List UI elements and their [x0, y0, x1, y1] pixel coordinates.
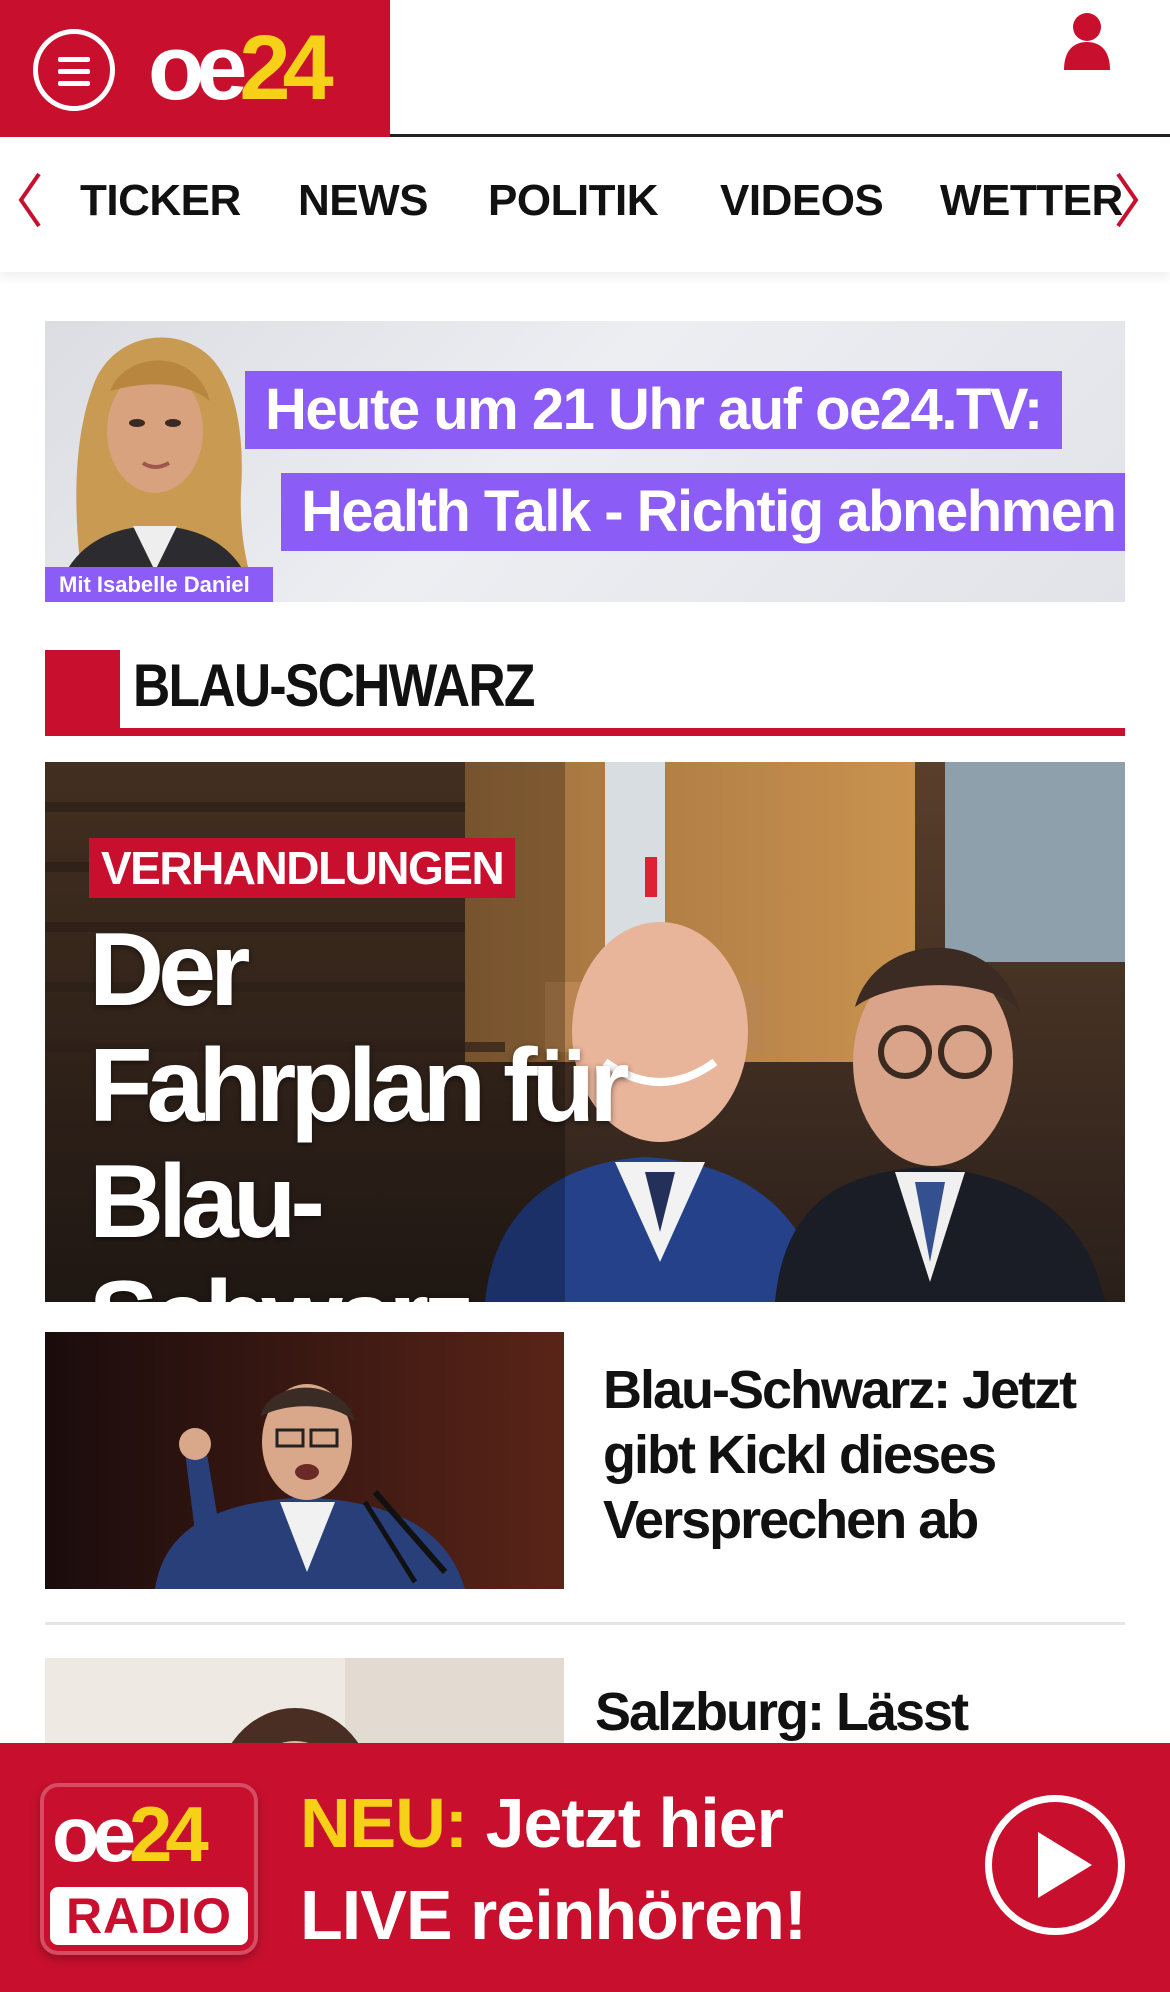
category-nav: TICKER NEWS POLITIK VIDEOS WETTER	[0, 140, 1170, 272]
article-title[interactable]: Blau-Schwarz: Jetzt gibt Kickl dieses Ve…	[603, 1358, 1103, 1553]
nav-item-news[interactable]: NEWS	[298, 176, 429, 226]
nav-scroll-left-icon[interactable]	[15, 170, 45, 230]
tv-promo-banner[interactable]: Mit Isabelle Daniel Heute um 21 Uhr auf …	[45, 321, 1125, 602]
user-icon[interactable]	[1062, 12, 1112, 70]
header-brand-block: oe24	[0, 0, 390, 137]
nav-item-politik[interactable]: POLITIK	[488, 176, 659, 226]
nav-item-wetter[interactable]: WETTER	[940, 176, 1123, 226]
section-underline	[45, 728, 1125, 736]
article-thumbnail	[45, 1332, 564, 1589]
radio-line-2: LIVE reinhören!	[300, 1876, 807, 1954]
radio-logo-24: 24	[129, 1790, 209, 1878]
hamburger-menu-icon[interactable]	[33, 29, 115, 111]
logo-oe-text: oe	[148, 17, 247, 119]
hero-article[interactable]: VERHANDLUNGEN Der Fahrplan für Blau-Schw…	[45, 762, 1125, 1302]
nav-item-ticker[interactable]: TICKER	[80, 176, 241, 226]
site-header: oe24	[0, 0, 1170, 137]
radio-promo-text: NEU: Jetzt hier LIVE reinhören!	[300, 1777, 820, 1961]
section-title[interactable]: BLAU-SCHWARZ	[133, 650, 535, 722]
radio-neu-label: NEU:	[300, 1784, 468, 1862]
nav-item-videos[interactable]: VIDEOS	[720, 176, 884, 226]
promo-line-2: Health Talk - Richtig abnehmen	[281, 473, 1125, 551]
play-icon[interactable]	[985, 1795, 1125, 1935]
radio-logo: oe24 RADIO	[40, 1783, 258, 1955]
hero-title[interactable]: Der Fahrplan für Blau-Schwarz	[89, 912, 649, 1302]
logo-24-text: 24	[239, 17, 333, 119]
promo-line-1: Heute um 21 Uhr auf oe24.TV:	[245, 371, 1062, 449]
hero-badge: VERHANDLUNGEN	[89, 838, 516, 898]
radio-logo-label: RADIO	[50, 1887, 248, 1945]
presenter-caption: Mit Isabelle Daniel	[45, 567, 273, 602]
section-header: BLAU-SCHWARZ	[45, 650, 1125, 738]
list-divider	[45, 1622, 1125, 1625]
site-logo[interactable]: oe24	[148, 17, 334, 119]
list-item[interactable]: Blau-Schwarz: Jetzt gibt Kickl dieses Ve…	[45, 1332, 1125, 1589]
radio-promo-bar[interactable]: oe24 RADIO NEU: Jetzt hier LIVE reinhöre…	[0, 1743, 1170, 1992]
radio-logo-oe: oe	[52, 1790, 136, 1878]
nav-scroll-right-icon[interactable]	[1112, 170, 1142, 230]
radio-line-1: Jetzt hier	[485, 1784, 784, 1862]
section-accent-square	[45, 650, 120, 732]
presenter-photo	[55, 337, 261, 602]
